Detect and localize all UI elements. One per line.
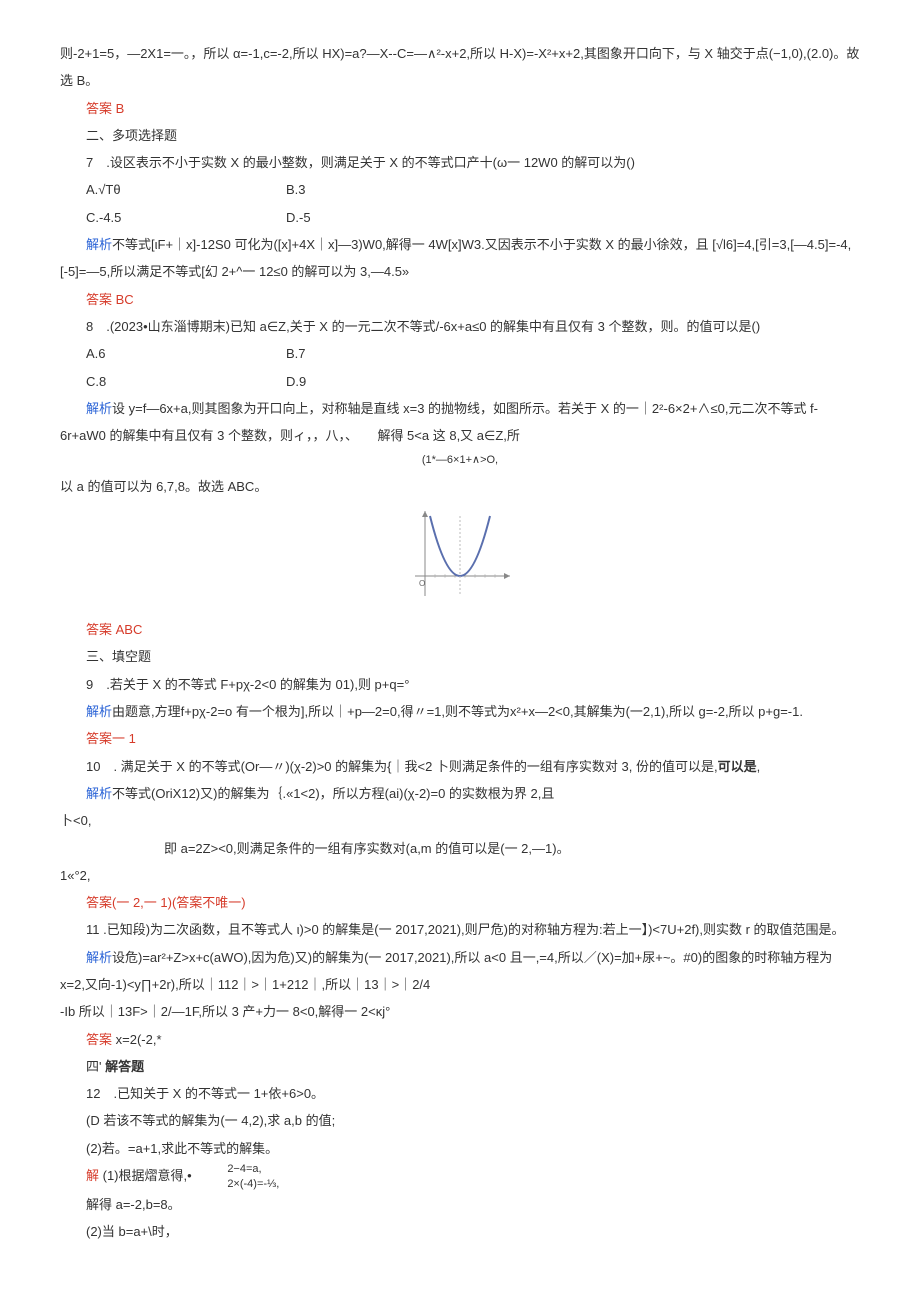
section-4-heading: 四' 解答题 — [60, 1053, 860, 1080]
explain-label: 解析 — [86, 786, 112, 801]
question-12-part-2: (2)若。=a+1,求此不等式的解集。 — [60, 1135, 860, 1162]
inline-math-note: (1*—6×1+∧>O, — [60, 449, 860, 472]
question-8-text: 8 .(2023•山东淄博期末)已知 a∈Z,关于 X 的一元二次不等式/-6x… — [86, 319, 760, 334]
equation-block: 2−4=a, 2×(-4)=-⅓, — [201, 1162, 279, 1191]
option-d: D.-5 — [286, 204, 486, 231]
explain-label: 解析 — [86, 950, 112, 965]
option-d: D.9 — [286, 368, 486, 395]
question-8-explain-1: 解析设 y=f—6x+a,则其图象为开口向上，对称轴是直线 x=3 的抛物线，如… — [60, 395, 860, 450]
question-8: 8 .(2023•山东淄博期末)已知 a∈Z,关于 X 的一元二次不等式/-6x… — [60, 313, 860, 340]
option-b: B.7 — [286, 340, 486, 367]
question-11: 11 .已知段)为二次函数，且不等式人 ι)>0 的解集是(一 2017,202… — [60, 916, 860, 943]
equation-line-2: 2×(-4)=-⅓, — [201, 1177, 279, 1191]
paragraph-continuation: 则-2+1=5，—2X1=一。，所以 α=-1,c=-2,所以 HX)=a?—X… — [60, 40, 860, 95]
section-2-heading: 二、多项选择题 — [60, 122, 860, 149]
answer-6: 答案 B — [86, 101, 124, 116]
question-12: 12 .已知关于 X 的不等式一 1+依+6>0。 — [60, 1080, 860, 1107]
option-a: A.6 — [86, 340, 286, 367]
question-7-options: A.√Tθ B.3 — [60, 176, 860, 203]
solution-1-text: (1)根据熠意得,• — [103, 1168, 192, 1183]
question-8-options-2: C.8 D.9 — [60, 368, 860, 395]
answer-8: 答案 ABC — [86, 622, 142, 637]
answer-label: 答案 — [86, 1032, 116, 1047]
question-7-explain: 解析不等式[ιF+｜x]-12S0 可化为([x]+4X｜x]—3)W0,解得一… — [60, 231, 860, 286]
question-9: 9 .若关于 X 的不等式 F+pχ-2<0 的解集为 01),则 p+q=° — [60, 671, 860, 698]
question-8-options: A.6 B.7 — [60, 340, 860, 367]
solution-label: 解 — [86, 1168, 103, 1183]
question-11-explain-2: -Ib 所以｜13F>｜2/—1F,所以 3 产+力一 8<0,解得一 2<κj… — [60, 998, 860, 1025]
explain-text: 设危)=ar²+Z>x+c(aWO),因为危)又)的解集为(一 2017,202… — [60, 950, 832, 992]
option-b: B.3 — [286, 176, 486, 203]
explain-text: 设 y=f—6x+a,则其图象为开口向上，对称轴是直线 x=3 的抛物线，如图所… — [60, 401, 818, 443]
explain-label: 解析 — [86, 704, 112, 719]
answer-7: 答案 BC — [86, 292, 134, 307]
question-12-solution-1: 解 (1)根据熠意得,• 2−4=a, 2×(-4)=-⅓, — [60, 1162, 860, 1191]
svg-text:O: O — [419, 579, 425, 588]
question-11-explain: 解析设危)=ar²+Z>x+c(aWO),因为危)又)的解集为(一 2017,2… — [60, 944, 860, 999]
question-12-solution-3: (2)当 b=a+\时， — [60, 1218, 860, 1245]
question-8-explain-2: 以 a 的值可以为 6,7,8。故选 ABC。 — [60, 473, 860, 500]
answer-10: 答案(一 2,一 1)(答案不唯一) — [86, 895, 246, 910]
question-10-explain: 解析不等式(OriX12)又)的解集为｛.«1<2)，所以方程(ai)(χ-2)… — [60, 780, 860, 807]
question-12-solution-2: 解得 a=-2,b=8。 — [60, 1191, 860, 1218]
question-7: 7 .设区表示不小于实数 X 的最小整数，则满足关于 X 的不等式口产十(ω一 … — [60, 149, 860, 176]
explain-text: 由题意,方理f+pχ-2=o 有一个根为],所以｜+p—2=0,得〃=1,则不等… — [112, 704, 803, 719]
question-10-explain-4: 1«°2, — [60, 862, 860, 889]
section-3-heading: 三、填空题 — [60, 643, 860, 670]
question-9-explain: 解析由题意,方理f+pχ-2=o 有一个根为],所以｜+p—2=0,得〃=1,则… — [60, 698, 860, 725]
explain-text: 不等式[ιF+｜x]-12S0 可化为([x]+4X｜x]—3)W0,解得一 4… — [60, 237, 851, 279]
option-c: C.8 — [86, 368, 286, 395]
option-c: C.-4.5 — [86, 204, 286, 231]
parabola-svg: O — [405, 506, 515, 601]
equation-line-1: 2−4=a, — [201, 1162, 279, 1176]
question-10-text: 10 . 满足关于 X 的不等式(Or—〃)(χ-2)>0 的解集为{｜我<2 … — [86, 759, 718, 774]
section-4-prefix: 四' — [86, 1059, 105, 1074]
explain-label: 解析 — [86, 237, 112, 252]
question-7-options-2: C.-4.5 D.-5 — [60, 204, 860, 231]
answer-11-text: x=2(-2,* — [116, 1032, 162, 1047]
question-10-explain-2: 卜<0, — [60, 807, 860, 834]
question-10-explain-3: 即 a=2Z><0,则满足条件的一组有序实数对(a,m 的值可以是(一 2,—1… — [60, 835, 860, 862]
option-a: A.√Tθ — [86, 176, 286, 203]
section-4-title: 解答题 — [105, 1059, 144, 1074]
question-10: 10 . 满足关于 X 的不等式(Or—〃)(χ-2)>0 的解集为{｜我<2 … — [60, 753, 860, 780]
question-12-part-1: (D 若该不等式的解集为(一 4,2),求 a,b 的值; — [60, 1107, 860, 1134]
explain-label: 解析 — [86, 401, 112, 416]
answer-11-line: 答案 x=2(-2,* — [60, 1026, 860, 1053]
explain-text: 不等式(OriX12)又)的解集为｛.«1<2)，所以方程(ai)(χ-2)=0… — [112, 786, 554, 801]
parabola-figure: O — [60, 506, 860, 610]
answer-9: 答案一 1 — [86, 731, 136, 746]
